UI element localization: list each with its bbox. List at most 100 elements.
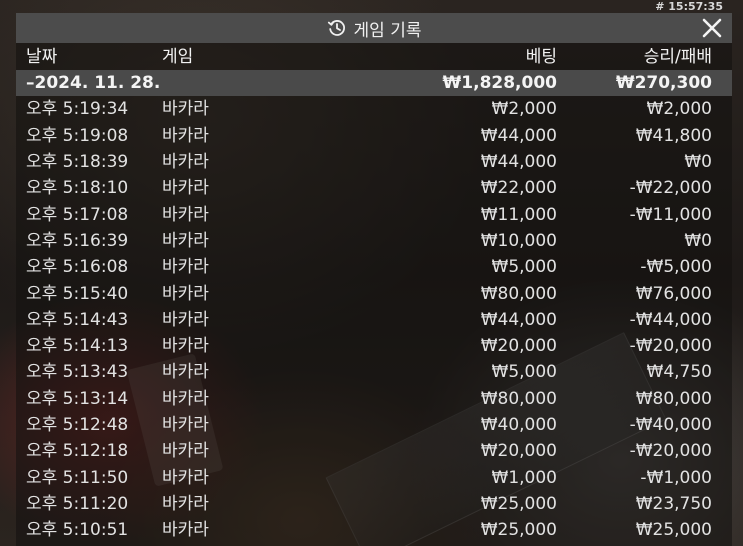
game-background: # 15:57:35 게임 기록 날짜 게임 베팅 승리/패배 –2024. 1… (0, 0, 743, 546)
row-game: 바카라 (162, 493, 209, 514)
row-time: 오후 5:16:39 (26, 230, 129, 251)
column-header-bet: 베팅 (525, 46, 557, 67)
row-result: ₩41,800 (635, 125, 712, 146)
row-result: -₩5,000 (640, 257, 712, 278)
row-game: 바카라 (162, 441, 209, 462)
row-result: -₩20,000 (629, 336, 712, 357)
row-bet: ₩25,000 (480, 520, 557, 541)
row-bet: ₩5,000 (491, 362, 557, 383)
table-row[interactable]: 오후 5:11:50 바카라 ₩1,000 -₩1,000 (16, 464, 732, 490)
history-icon (327, 18, 347, 38)
row-game: 바카라 (162, 125, 209, 146)
row-game: 바카라 (162, 283, 209, 304)
history-rows: 오후 5:19:34 바카라 ₩2,000 ₩2,000 오후 5:19:08 바카라 ₩4… (16, 96, 732, 543)
row-game: 바카라 (162, 178, 209, 199)
row-bet: ₩11,000 (480, 204, 557, 225)
row-game: 바카라 (162, 99, 209, 120)
row-bet: ₩80,000 (480, 283, 557, 304)
row-bet: ₩22,000 (480, 178, 557, 199)
row-game: 바카라 (162, 520, 209, 541)
table-row[interactable]: 오후 5:14:43 바카라 ₩44,000 -₩44,000 (16, 307, 732, 333)
row-time: 오후 5:19:08 (26, 125, 129, 146)
row-time: 오후 5:10:51 (26, 520, 129, 541)
row-time: 오후 5:12:48 (26, 415, 129, 435)
row-time: 오후 5:17:08 (26, 204, 129, 225)
row-time: 오후 5:18:39 (26, 152, 129, 173)
row-time: 오후 5:12:18 (26, 441, 129, 462)
row-time: 오후 5:18:10 (26, 178, 129, 199)
table-row[interactable]: 오후 5:14:13 바카라 ₩20,000 -₩20,000 (16, 333, 732, 359)
row-result: -₩20,000 (629, 441, 712, 462)
table-row[interactable]: 오후 5:16:08 바카라 ₩5,000 -₩5,000 (16, 254, 732, 280)
game-history-panel: 게임 기록 날짜 게임 베팅 승리/패배 –2024. 11. 28. ₩1,8… (16, 13, 732, 546)
table-row[interactable]: 오후 5:13:14 바카라 ₩80,000 ₩80,000 (16, 386, 732, 412)
table-row[interactable]: 오후 5:15:40 바카라 ₩80,000 ₩76,000 (16, 280, 732, 306)
group-result-total: ₩270,300 (615, 73, 712, 94)
panel-title-group: 게임 기록 (327, 16, 422, 41)
row-bet: ₩80,000 (480, 388, 557, 409)
row-bet: ₩20,000 (480, 336, 557, 357)
panel-titlebar: 게임 기록 (16, 13, 732, 43)
row-result: ₩0 (684, 152, 712, 173)
table-row[interactable]: 오후 5:12:18 바카라 ₩20,000 -₩20,000 (16, 438, 732, 464)
row-result: -₩11,000 (629, 204, 712, 225)
row-result: ₩2,000 (646, 99, 712, 120)
row-bet: ₩1,000 (491, 467, 557, 488)
table-row[interactable]: 오후 5:16:39 바카라 ₩10,000 ₩0 (16, 228, 732, 254)
row-time: 오후 5:15:40 (26, 283, 129, 304)
row-bet: ₩44,000 (480, 152, 557, 173)
row-result: ₩4,750 (646, 362, 712, 383)
row-time: 오후 5:13:14 (26, 388, 129, 409)
row-bet: ₩5,000 (491, 257, 557, 278)
clock-display: # 15:57:35 (655, 0, 723, 13)
row-result: ₩76,000 (635, 283, 712, 304)
row-result: ₩23,750 (635, 493, 712, 514)
table-row[interactable]: 오후 5:13:43 바카라 ₩5,000 ₩4,750 (16, 359, 732, 385)
row-game: 바카라 (162, 309, 209, 330)
column-header-result: 승리/패배 (643, 46, 712, 67)
row-bet: ₩44,000 (480, 309, 557, 330)
row-game: 바카라 (162, 388, 209, 409)
group-bet-total: ₩1,828,000 (442, 73, 557, 94)
row-result: ₩80,000 (635, 388, 712, 409)
row-game: 바카라 (162, 467, 209, 488)
table-header: 날짜 게임 베팅 승리/패배 (16, 43, 732, 70)
table-row[interactable]: 오후 5:19:34 바카라 ₩2,000 ₩2,000 (16, 96, 732, 122)
table-row[interactable]: 오후 5:18:39 바카라 ₩44,000 ₩0 (16, 149, 732, 175)
row-result: -₩40,000 (629, 415, 712, 435)
close-button[interactable] (700, 16, 724, 40)
row-result: ₩25,000 (635, 520, 712, 541)
table-row[interactable]: 오후 5:19:08 바카라 ₩44,000 ₩41,800 (16, 123, 732, 149)
panel-title: 게임 기록 (353, 20, 422, 41)
column-header-game: 게임 (162, 46, 194, 67)
table-row[interactable]: 오후 5:18:10 바카라 ₩22,000 -₩22,000 (16, 175, 732, 201)
row-time: 오후 5:13:43 (26, 362, 129, 383)
row-game: 바카라 (162, 152, 209, 173)
row-result: -₩1,000 (640, 467, 712, 488)
row-time: 오후 5:14:13 (26, 336, 129, 357)
row-time: 오후 5:11:20 (26, 493, 129, 514)
history-table: 날짜 게임 베팅 승리/패배 –2024. 11. 28. ₩1,828,000… (16, 43, 732, 543)
date-group-row[interactable]: –2024. 11. 28. ₩1,828,000 ₩270,300 (16, 70, 732, 97)
close-icon (702, 18, 722, 38)
row-bet: ₩20,000 (480, 441, 557, 462)
row-game: 바카라 (162, 336, 209, 357)
row-result: -₩22,000 (629, 178, 712, 199)
row-game: 바카라 (162, 204, 209, 225)
column-header-date: 날짜 (26, 46, 58, 67)
row-time: 오후 5:16:08 (26, 257, 129, 278)
row-bet: ₩2,000 (491, 99, 557, 120)
row-result: ₩0 (684, 230, 712, 251)
row-result: -₩44,000 (629, 309, 712, 330)
row-bet: ₩44,000 (480, 125, 557, 146)
table-row[interactable]: 오후 5:10:51 바카라 ₩25,000 ₩25,000 (16, 517, 732, 543)
row-bet: ₩25,000 (480, 493, 557, 514)
row-time: 오후 5:11:50 (26, 467, 129, 488)
table-row[interactable]: 오후 5:17:08 바카라 ₩11,000 -₩11,000 (16, 201, 732, 227)
row-game: 바카라 (162, 415, 209, 435)
row-game: 바카라 (162, 362, 209, 383)
row-bet: ₩10,000 (480, 230, 557, 251)
table-row[interactable]: 오후 5:11:20 바카라 ₩25,000 ₩23,750 (16, 491, 732, 517)
table-row[interactable]: 오후 5:12:48 바카라 ₩40,000 -₩40,000 (16, 412, 732, 438)
group-date: –2024. 11. 28. (26, 73, 159, 94)
